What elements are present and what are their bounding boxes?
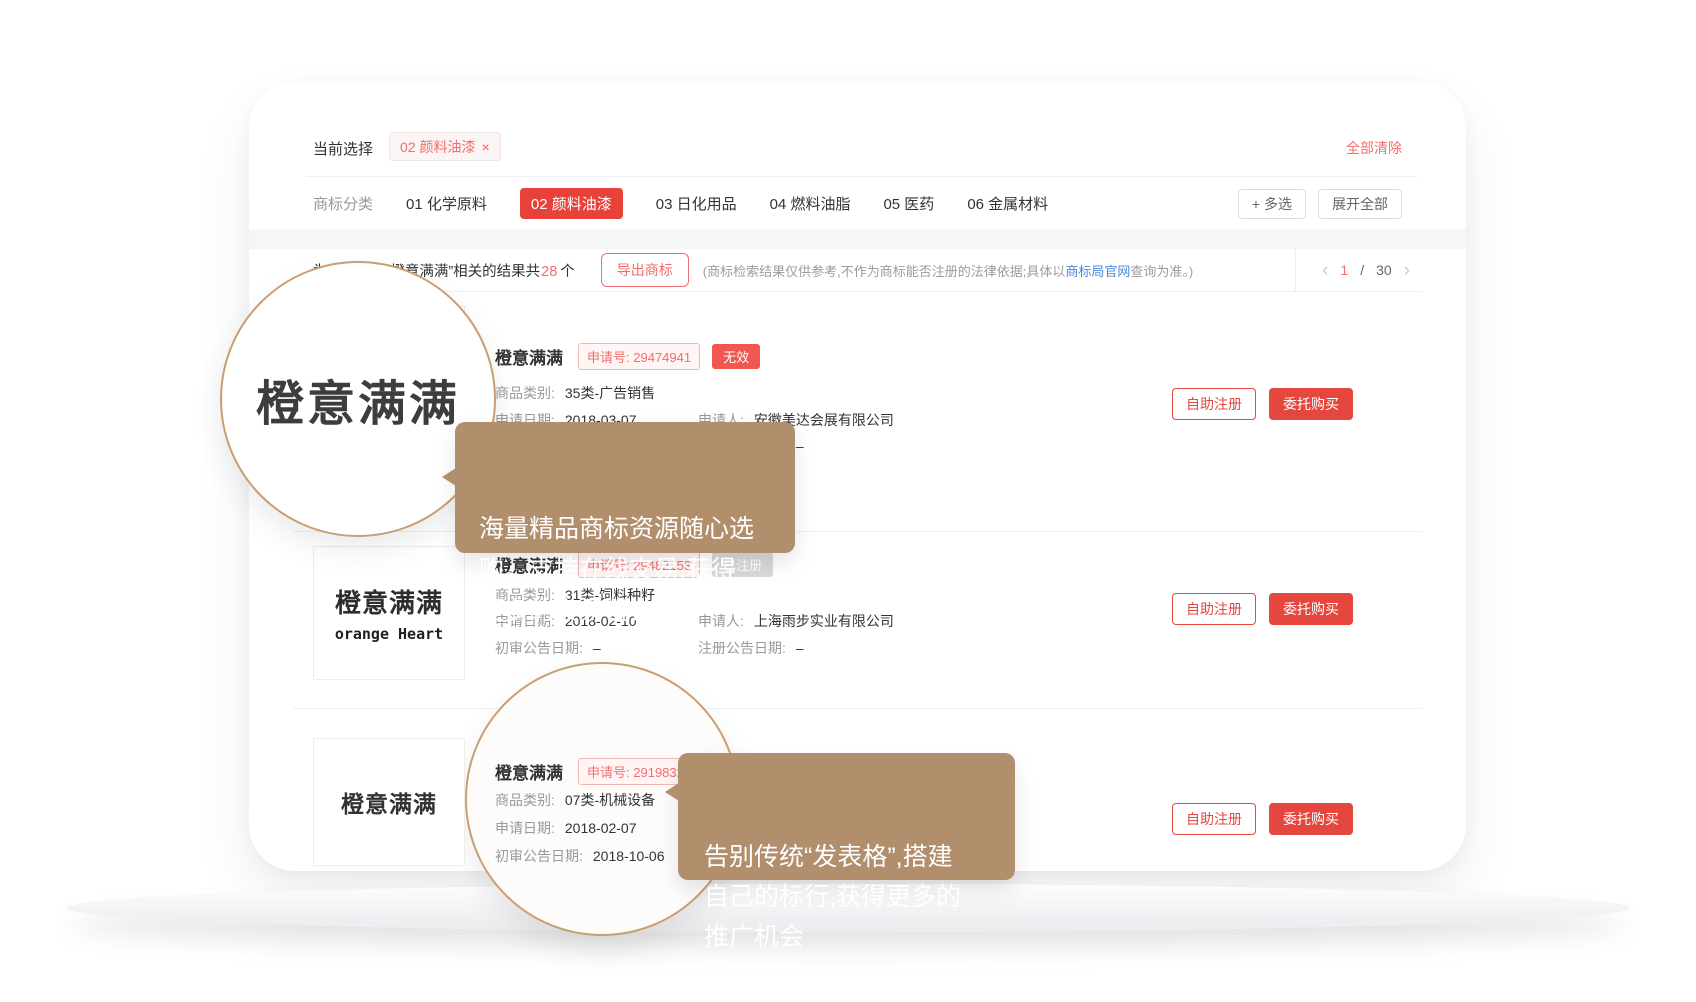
trademark-image-2[interactable]: 橙意满满 orange Heart [313,546,465,680]
entrust-buy-button[interactable]: 委托购买 [1269,388,1353,420]
trademark-image-text: 橙意满满 [335,583,443,620]
self-register-button[interactable]: 自助注册 [1172,593,1256,625]
selected-filter-tag[interactable]: 02 颜料油漆 × [389,132,501,161]
page-prev-icon[interactable]: ‹ [1322,261,1328,280]
category-bar-label: 商标分类 [313,193,373,214]
category-bar: 商标分类 01 化学原料 02 颜料油漆 03 日化用品 04 燃料油脂 05 … [313,188,1048,218]
category-item-01[interactable]: 01 化学原料 [406,193,487,214]
page-separator: / [1360,262,1364,278]
applicant-value: 上海雨步实业有限公司 [754,613,894,629]
app-date-label: 申请日期: [495,820,555,836]
magnified-trademark-text: 橙意满满 [256,364,460,434]
current-selection-label: 当前选择 [313,138,373,159]
expand-all-button[interactable]: 展开全部 [1318,189,1402,219]
disclaimer: (商标检索结果仅供参考,不作为商标能否注册的法律依据;具体以商标局官网查询为准。… [703,261,1193,280]
application-no-value: 29474941 [633,350,691,365]
trademark-image-subtext: orange Heart [335,625,443,643]
applicant-pair: 申请人: 上海雨步实业有限公司 [698,610,894,632]
close-icon[interactable]: × [481,139,489,155]
category-item-06[interactable]: 06 金属材料 [967,193,1048,214]
detail-line: 初审公告日期: 2018-10-06 [495,845,665,867]
callout-marketplace: 海量精品商标资源随心选 购。支持在线交易,获得 更多的交易机会 [455,422,795,553]
results-header: 为您检索到“橙意满满”相关的结果共28个 导出商标 (商标检索结果仅供参考,不作… [313,249,1193,291]
trademark-name[interactable]: 橙意满满 [495,344,563,369]
category-value: 07类-机械设备 [565,792,655,808]
selected-filter-tag-label: 02 颜料油漆 [400,137,475,157]
page-current: 1 [1340,262,1348,278]
application-no-tag: 申请号: 29474941 [578,343,700,370]
result-row-2: 橙意满满 orange Heart 橙意满满 申请号: 29482153 已注册… [249,531,1466,708]
applicant-label: 申请人: [698,613,744,629]
entrust-buy-button[interactable]: 委托购买 [1269,803,1353,835]
self-register-button[interactable]: 自助注册 [1172,803,1256,835]
category-item-05[interactable]: 05 医药 [883,193,934,214]
callout-promotion: 告别传统“发表格”,搭建 自己的标行,获得更多的 推广机会 [678,753,1015,880]
callout-arrow-icon [442,468,456,486]
reg-date-label: 注册公告日期: [698,640,786,656]
pagination: ‹ 1 / 30 › [1295,249,1410,291]
detail-line: 商品类别: 35类-广告销售 [495,382,655,404]
category-label: 商品类别: [495,792,555,808]
first-trial-label: 初审公告日期: [495,640,583,656]
result-title-line: 橙意满满 申请号: 29198321 [495,758,700,784]
self-register-button[interactable]: 自助注册 [1172,388,1256,420]
callout-text: 告别传统“发表格”,搭建 自己的标行,获得更多的 推广机会 [704,843,961,951]
clear-all-button[interactable]: 全部清除 [1346,138,1402,158]
status-badge: 无效 [712,344,760,369]
first-trial-value: 2018-10-06 [593,848,665,864]
category-item-02-active[interactable]: 02 颜料油漆 [520,188,623,219]
trademark-name[interactable]: 橙意满满 [495,759,563,784]
row-actions: 自助注册 委托购买 [1172,803,1353,835]
results-count: 28 [541,264,557,280]
row-actions: 自助注册 委托购买 [1172,593,1353,625]
trademark-image-3[interactable]: 橙意满满 [313,738,465,866]
section-gap [249,229,1466,249]
trademark-image-text: 橙意满满 [341,785,437,819]
reg-date-value: – [796,640,804,656]
category-item-03[interactable]: 03 日化用品 [656,193,737,214]
result-title-line: 橙意满满 申请号: 29474941 无效 [495,343,760,369]
page-next-icon[interactable]: › [1404,261,1410,280]
disclaimer-prefix: (商标检索结果仅供参考,不作为商标能否注册的法律依据;具体以 [703,264,1066,279]
category-bar-actions: + 多选 展开全部 [1238,189,1402,219]
reg-date-pair: 注册公告日期:– [698,637,804,659]
disclaimer-suffix: 查询为准。) [1130,264,1193,279]
callout-arrow-icon [665,783,679,801]
trademark-office-link[interactable]: 商标局官网 [1065,264,1130,279]
category-label: 商品类别: [495,385,555,401]
detail-line: 初审公告日期:– 注册公告日期:– [495,637,601,659]
entrust-buy-button[interactable]: 委托购买 [1269,593,1353,625]
multi-select-button[interactable]: + 多选 [1238,189,1306,219]
first-trial-label: 初审公告日期: [495,848,583,864]
reg-date-value: – [796,438,804,454]
application-no-label: 申请号: [587,765,630,780]
app-date-value: 2018-02-07 [565,820,637,836]
page-total: 30 [1376,262,1392,278]
application-no-label: 申请号: [587,350,630,365]
first-trial-value: – [593,640,601,656]
divider [306,176,1417,177]
category-item-04[interactable]: 04 燃料油脂 [770,193,851,214]
results-count-unit: 个 [560,264,575,280]
detail-line: 商品类别: 07类-机械设备 [495,789,655,811]
export-trademarks-button[interactable]: 导出商标 [601,253,689,287]
category-value: 35类-广告销售 [565,385,655,401]
detail-line: 申请日期: 2018-02-07 [495,817,637,839]
row-actions: 自助注册 委托购买 [1172,388,1353,420]
